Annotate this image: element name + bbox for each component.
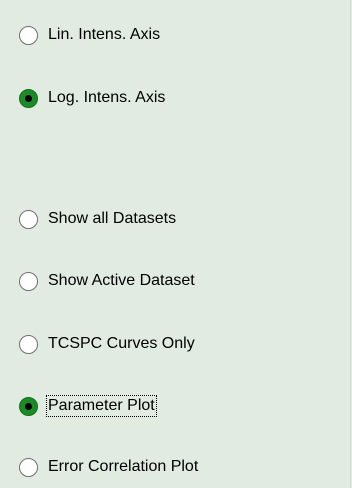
radio-selected-dot xyxy=(25,94,32,102)
radio-selected-dot xyxy=(25,402,32,410)
radio-label: Parameter Plot xyxy=(46,395,157,417)
radio-label: Show Active Dataset xyxy=(48,272,195,289)
radio-label: TCSPC Curves Only xyxy=(48,335,195,352)
radio-parameter-plot[interactable]: Parameter Plot xyxy=(19,394,157,418)
radio-label: Lin. Intens. Axis xyxy=(48,26,161,43)
radio-show-active-dataset[interactable]: Show Active Dataset xyxy=(19,269,197,293)
radio-button[interactable] xyxy=(19,396,38,416)
radio-label: Log. Intens. Axis xyxy=(48,89,166,106)
radio-tcspc-curves-only[interactable]: TCSPC Curves Only xyxy=(19,332,197,356)
radio-lin-intens-axis[interactable]: Lin. Intens. Axis xyxy=(19,23,162,47)
radio-show-all-datasets[interactable]: Show all Datasets xyxy=(19,207,178,231)
radio-button[interactable] xyxy=(19,88,38,108)
options-panel: Lin. Intens. Axis Log. Intens. Axis Show… xyxy=(0,0,351,488)
radio-label: Show all Datasets xyxy=(48,210,177,227)
radio-button[interactable] xyxy=(19,209,38,229)
radio-button[interactable] xyxy=(19,457,38,477)
radio-log-intens-axis[interactable]: Log. Intens. Axis xyxy=(19,86,167,110)
radio-label: Error Correlation Plot xyxy=(48,458,199,475)
radio-error-correlation-plot[interactable]: Error Correlation Plot xyxy=(19,455,200,479)
radio-button[interactable] xyxy=(19,271,38,291)
radio-button[interactable] xyxy=(19,25,38,45)
radio-button[interactable] xyxy=(19,334,38,354)
